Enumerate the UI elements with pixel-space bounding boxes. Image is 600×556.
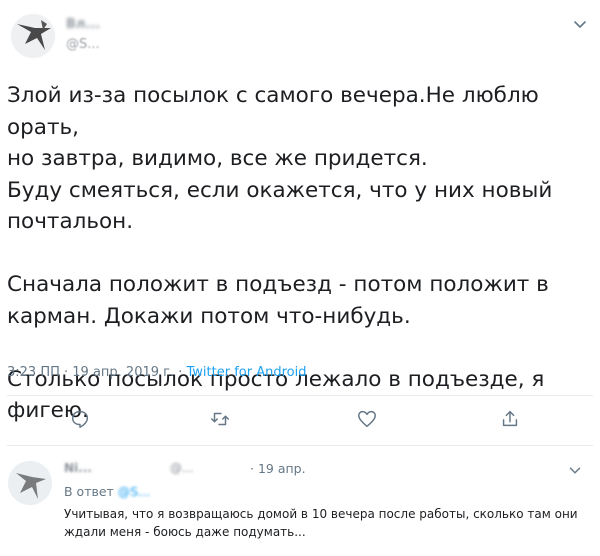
author-name[interactable]: Вл... bbox=[66, 17, 100, 32]
tweet-paragraph: Злой из-за посылок с самого вечера.Не лю… bbox=[7, 83, 553, 234]
tweet-paragraph: Сначала положит в подъезд - потом положи… bbox=[7, 272, 549, 329]
chevron-down-icon[interactable] bbox=[570, 14, 590, 34]
chevron-down-icon[interactable] bbox=[566, 461, 584, 479]
reply-author-avatar[interactable] bbox=[8, 461, 52, 505]
reply-to-label: В ответ bbox=[64, 484, 118, 499]
author-handle[interactable]: @S... bbox=[66, 37, 100, 52]
retweet-icon[interactable] bbox=[207, 406, 233, 432]
tweet-meta: 3:23 ПП · 19 апр. 2019 г. · Twitter for … bbox=[7, 365, 307, 380]
reply-icon[interactable] bbox=[67, 406, 93, 432]
reply-text: Учитывая, что я возвращаюсь домой в 10 в… bbox=[64, 507, 578, 539]
share-icon[interactable] bbox=[497, 406, 523, 432]
heart-icon[interactable] bbox=[354, 406, 380, 432]
tweet-source-link[interactable]: Twitter for Android bbox=[187, 365, 307, 380]
reply-author-name[interactable]: Ni... bbox=[64, 461, 92, 475]
reply-to-line: В ответ @S... bbox=[64, 484, 150, 499]
tweet-actions bbox=[0, 406, 600, 434]
reply-tweet[interactable]: Ni... @... · 19 апр. В ответ @S... Учиты… bbox=[0, 449, 600, 556]
reply-date[interactable]: · 19 апр. bbox=[250, 461, 306, 476]
divider bbox=[7, 395, 593, 396]
reply-author-handle[interactable]: @... bbox=[170, 461, 193, 475]
reply-to-mention[interactable]: @S... bbox=[118, 484, 150, 499]
author-avatar[interactable] bbox=[11, 14, 55, 58]
tweet: Вл... @S... Злой из-за посылок с самого … bbox=[0, 0, 600, 448]
divider bbox=[7, 445, 593, 446]
tweet-timestamp[interactable]: 3:23 ПП · 19 апр. 2019 г. · bbox=[7, 365, 187, 380]
